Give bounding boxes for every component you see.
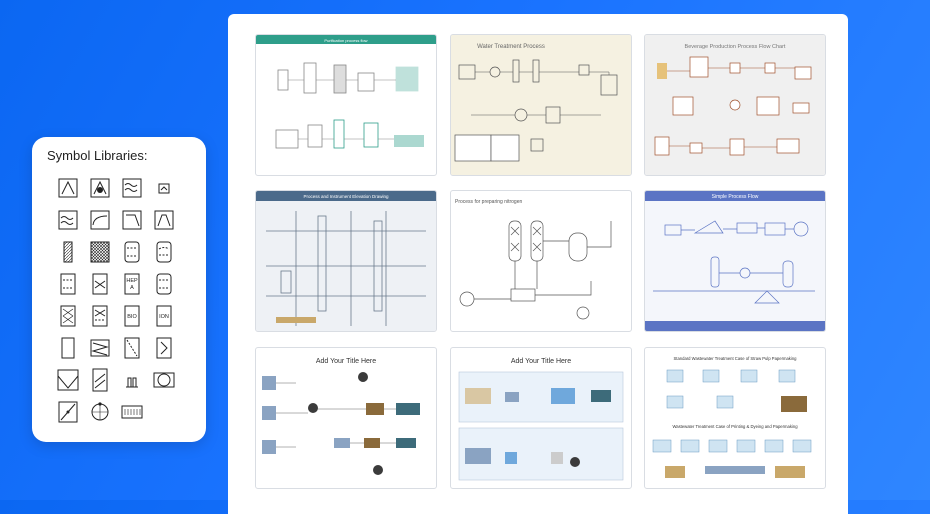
svg-text:ION: ION: [159, 314, 169, 320]
zigzag-column-icon[interactable]: [89, 336, 111, 360]
hep-a-column-icon[interactable]: HEP A: [121, 272, 143, 296]
template-card-add-title-2[interactable]: Add Your Title Here: [450, 347, 632, 489]
svg-text:A: A: [130, 285, 134, 291]
card-title: Simple Process Flow: [712, 194, 759, 200]
card-title: Standard Wastewater Treatment Case of St…: [674, 356, 798, 361]
mesh-column-icon[interactable]: [57, 304, 79, 328]
template-card-wastewater[interactable]: Standard Wastewater Treatment Case of St…: [644, 347, 826, 489]
card-title: Purification process flow: [324, 38, 367, 43]
template-card-elevation-drawing[interactable]: Process and Instrument Elevation Drawing: [255, 190, 437, 332]
cone-tank-filled-icon[interactable]: [89, 176, 111, 200]
bio-column-icon[interactable]: BIO: [121, 304, 143, 328]
grid-block-icon[interactable]: [121, 400, 143, 424]
template-card-water-treatment[interactable]: Water Treatment Process: [450, 34, 632, 176]
rotary-drum-icon[interactable]: [153, 368, 175, 392]
heat-exchanger-wave-icon[interactable]: [121, 176, 143, 200]
card-subtitle: Wastewater Treatment Case of Printing & …: [672, 424, 798, 429]
hatched-column-icon[interactable]: [57, 240, 79, 264]
dashed-vessel-icon[interactable]: [153, 272, 175, 296]
dashed-column-2-icon[interactable]: [153, 240, 175, 264]
small-box-icon[interactable]: [153, 176, 175, 200]
packed-column-icon[interactable]: [57, 272, 79, 296]
template-gallery: Purification process flow Water Treatmen…: [228, 14, 848, 514]
curve-filter-icon[interactable]: [89, 208, 111, 232]
symbol-library-panel: Symbol Libraries: HEP A BIO ION: [32, 137, 206, 442]
wave-exchanger-icon[interactable]: [57, 208, 79, 232]
symbol-library-title: Symbol Libraries:: [47, 148, 148, 163]
dashed-column-icon[interactable]: [121, 240, 143, 264]
zigzag-tank-icon[interactable]: [89, 368, 111, 392]
crosshatch-block-icon[interactable]: [89, 240, 111, 264]
v-tank-icon[interactable]: [57, 368, 79, 392]
template-card-nitrogen[interactable]: Process for preparing nitrogen: [450, 190, 632, 332]
hopper-icon[interactable]: [121, 208, 143, 232]
x-tray-column-icon[interactable]: [89, 304, 111, 328]
double-pipe-icon[interactable]: [121, 368, 143, 392]
card-title: Beverage Production Process Flow Chart: [685, 44, 786, 50]
template-card-beverage[interactable]: Beverage Production Process Flow Chart: [644, 34, 826, 176]
diagonal-column-icon[interactable]: [121, 336, 143, 360]
template-card-add-title-1[interactable]: Add Your Title Here: [255, 347, 437, 489]
plain-column-icon[interactable]: [57, 336, 79, 360]
x-column-icon[interactable]: [89, 272, 111, 296]
template-card-purification[interactable]: Purification process flow: [255, 34, 437, 176]
inverted-hopper-icon[interactable]: [153, 208, 175, 232]
card-title: Add Your Title Here: [511, 358, 571, 365]
svg-text:HEP: HEP: [126, 278, 138, 284]
card-title: Add Your Title Here: [316, 358, 376, 365]
rotating-circle-icon[interactable]: [89, 400, 111, 424]
diagonal-box-icon[interactable]: [57, 400, 79, 424]
svg-text:BIO: BIO: [127, 314, 137, 320]
ion-column-icon[interactable]: ION: [153, 304, 175, 328]
cone-tank-icon[interactable]: [57, 176, 79, 200]
card-title: Water Treatment Process: [477, 44, 545, 50]
bracket-column-icon[interactable]: [153, 336, 175, 360]
card-title: Process for preparing nitrogen: [455, 199, 522, 205]
card-title: Process and Instrument Elevation Drawing: [303, 194, 389, 199]
template-card-simple-flow[interactable]: Simple Process Flow: [644, 190, 826, 332]
